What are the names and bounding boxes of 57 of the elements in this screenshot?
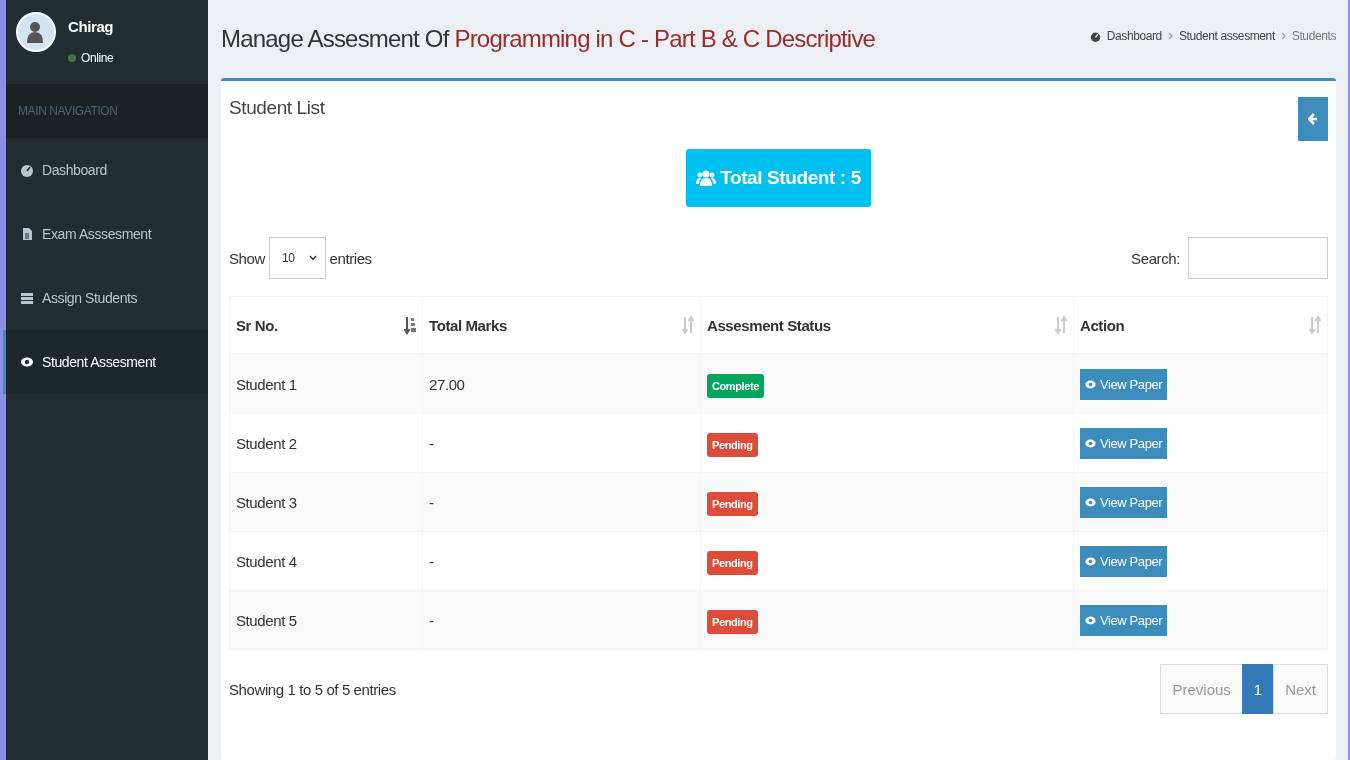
table-cell: Student 2: [229, 413, 423, 473]
chevron-right-icon: [1280, 32, 1286, 40]
server-icon: [20, 291, 34, 305]
view-paper-button[interactable]: View Paper: [1080, 604, 1168, 636]
breadcrumb-item[interactable]: Student assesment: [1178, 29, 1275, 43]
eye-icon: [20, 355, 34, 369]
view-paper-button[interactable]: View Paper: [1080, 368, 1168, 400]
status-label: Pending: [707, 609, 758, 634]
page-size-select[interactable]: 10: [268, 237, 326, 279]
breadcrumb-item: Students: [1291, 29, 1336, 43]
nav-item[interactable]: Student Assesment: [3, 330, 208, 394]
users-icon: [696, 169, 717, 187]
status-label: Pending: [707, 491, 758, 516]
status-label: Pending: [707, 432, 758, 457]
search-label: Search:: [1131, 249, 1180, 267]
show-label: Show: [229, 249, 265, 267]
page-title: Manage Assesment Of Programming in C - Part B & C Descriptive: [221, 25, 876, 53]
eye-icon: [1085, 379, 1096, 389]
table-cell: 27.00: [422, 354, 701, 414]
nav-item[interactable]: Exam Asssesment: [3, 202, 208, 266]
back-button[interactable]: [1298, 97, 1328, 141]
chevron-down-icon: [308, 255, 317, 261]
panel-title: Student List: [229, 97, 325, 119]
table-cell: Student 4: [229, 531, 423, 591]
nav-item[interactable]: Assign Students: [3, 266, 208, 330]
table-cell: -: [422, 472, 701, 532]
dashboard-icon: [1089, 30, 1101, 42]
table-cell: Student 1: [229, 354, 423, 414]
status-label: Complete: [707, 373, 764, 398]
chevron-right-icon: [1167, 32, 1173, 40]
document-icon: [20, 227, 34, 241]
avatar: [16, 12, 56, 52]
entries-label: entries: [329, 249, 372, 267]
view-paper-button[interactable]: View Paper: [1080, 427, 1168, 459]
search-field[interactable]: [1188, 237, 1328, 279]
total-student-badge: Total Student : 5: [686, 149, 871, 207]
nav-header: MAIN NAVIGATION: [6, 84, 208, 138]
table-info: Showing 1 to 5 of 5 entries: [229, 680, 396, 698]
table-cell: -: [422, 590, 701, 650]
view-paper-button[interactable]: View Paper: [1080, 486, 1168, 518]
arrow-left-icon: [1308, 113, 1318, 125]
eye-icon: [1085, 438, 1096, 448]
breadcrumb-item[interactable]: Dashboard: [1106, 29, 1162, 43]
nav-item[interactable]: Dashboard: [3, 138, 208, 202]
table-cell: Student 3: [229, 472, 423, 532]
status-label: Pending: [707, 550, 758, 575]
table-cell: -: [422, 531, 701, 591]
eye-icon: [1085, 615, 1096, 625]
dashboard-icon: [20, 163, 34, 177]
user-name: Chirag: [68, 18, 114, 35]
eye-icon: [1085, 497, 1096, 507]
user-status: Online: [81, 51, 114, 65]
status-dot-icon: [68, 54, 76, 62]
eye-icon: [1085, 556, 1096, 566]
table-cell: Student 5: [229, 590, 423, 650]
view-paper-button[interactable]: View Paper: [1080, 545, 1168, 577]
table-cell: -: [422, 413, 701, 473]
